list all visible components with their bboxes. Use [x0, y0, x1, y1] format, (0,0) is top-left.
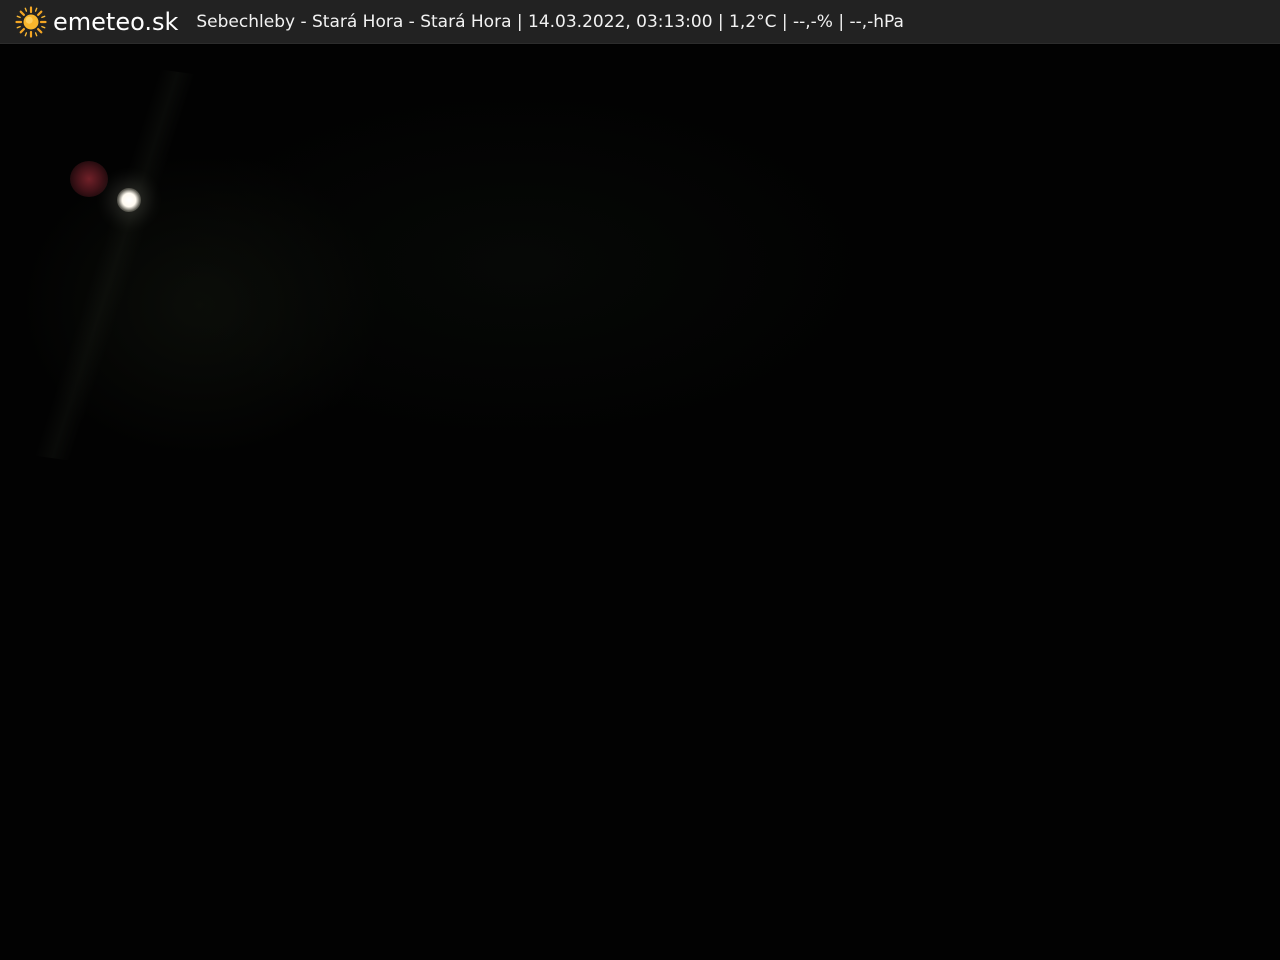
sun-icon [15, 5, 47, 38]
webcam-image [0, 45, 1280, 960]
red-light-glow [70, 161, 108, 197]
webcam-caption-bar: emeteo.sk Sebechleby - Stará Hora - Star… [0, 0, 1280, 44]
brand-name: emeteo.sk [53, 7, 179, 36]
station-caption: Sebechleby - Stará Hora - Stará Hora | 1… [196, 11, 904, 32]
white-light-source [117, 188, 141, 212]
webcam-frame: emeteo.sk Sebechleby - Stará Hora - Star… [0, 0, 1280, 960]
light-streak [32, 59, 198, 471]
emeteo-logo[interactable]: emeteo.sk [15, 0, 178, 44]
